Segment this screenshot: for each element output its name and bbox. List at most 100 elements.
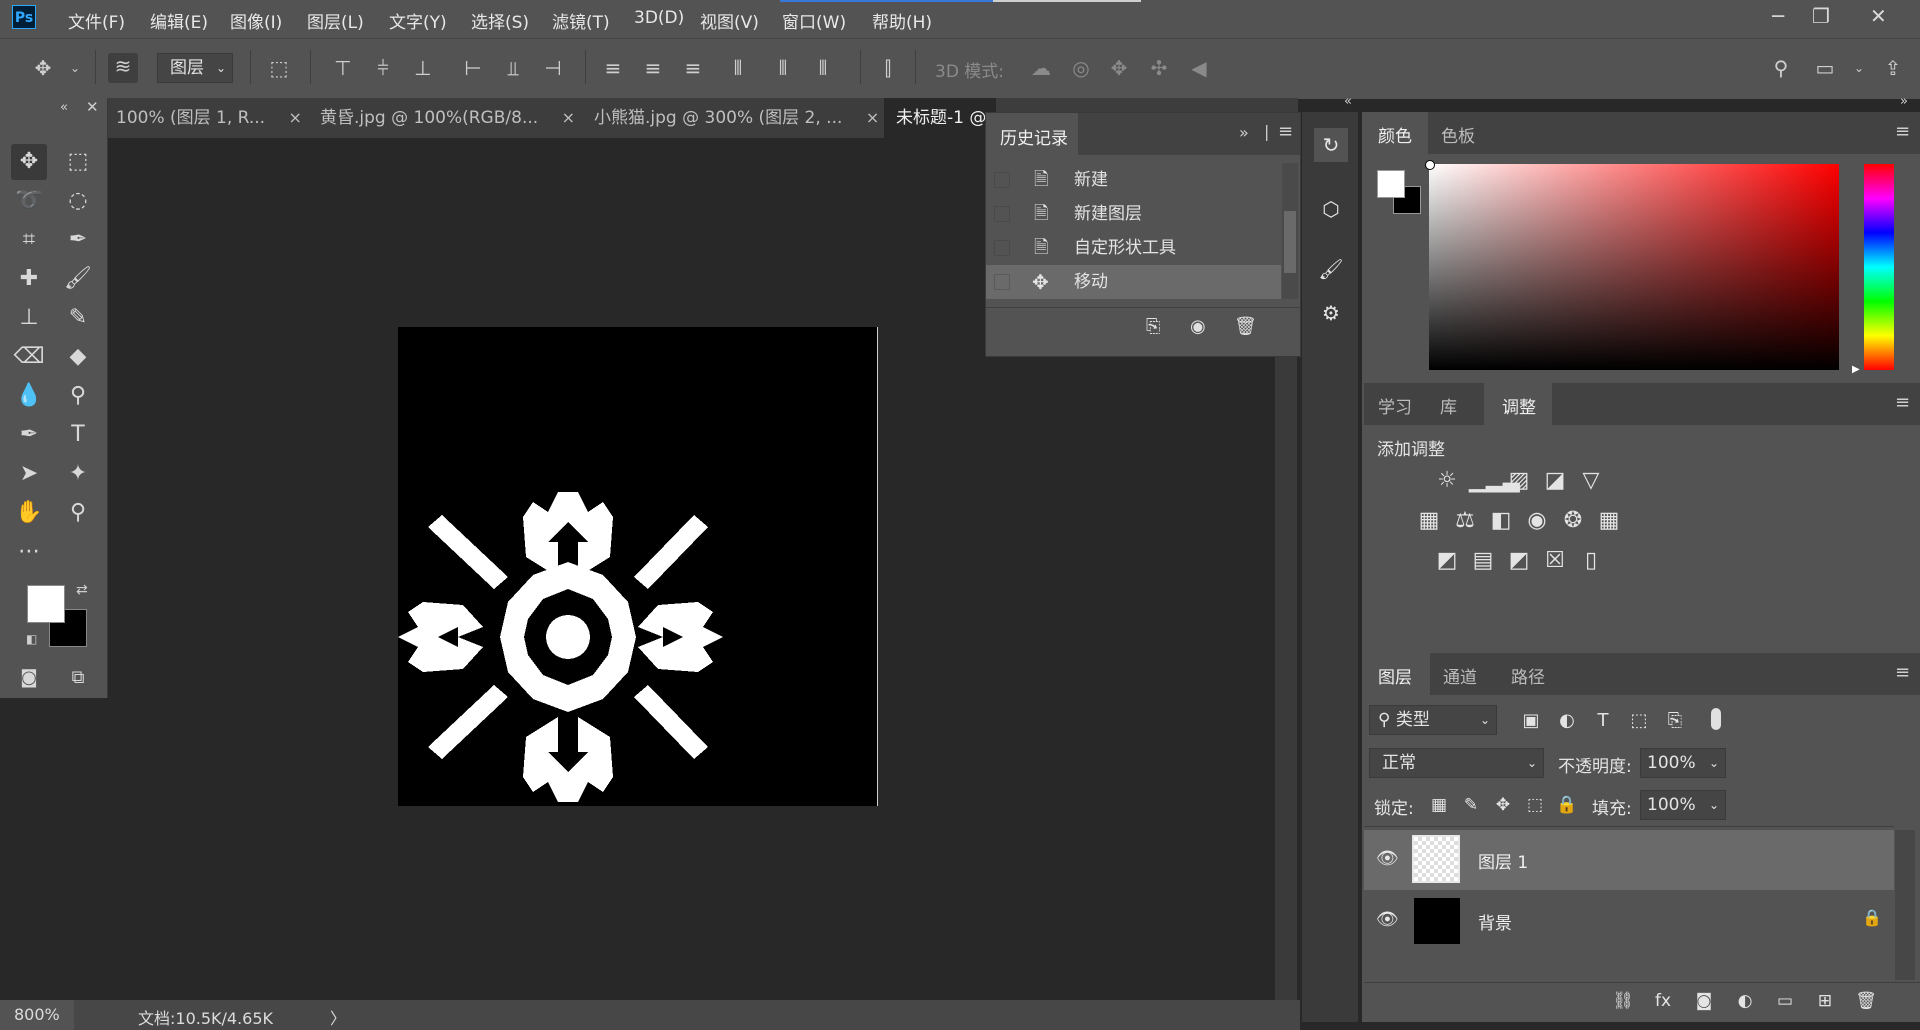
color-balance-icon[interactable]: ⚖ (1451, 507, 1479, 535)
panel-menu-icon[interactable]: ≡ (1895, 121, 1910, 142)
lock-pixels-icon[interactable]: ✎ (1457, 791, 1485, 819)
camera-icon[interactable]: ◉ (1190, 316, 1206, 337)
hue-saturation-icon[interactable]: ▦ (1415, 507, 1443, 535)
new-layer-icon[interactable]: ⊞ (1811, 987, 1839, 1015)
type-tool[interactable]: T (60, 417, 96, 453)
opacity-input[interactable]: 100% ⌄ (1640, 748, 1726, 778)
screen-mode-icon[interactable]: ⧉ (60, 660, 96, 696)
tab-channels[interactable]: 通道 (1443, 663, 1477, 688)
scrollbar-thumb[interactable] (1284, 211, 1296, 273)
distribute-bottom-icon[interactable]: ≡ (680, 55, 706, 81)
distribute-top-icon[interactable]: ≡ (600, 55, 626, 81)
lock-position-icon[interactable]: ✥ (1489, 791, 1517, 819)
add-mask-icon[interactable]: ◙ (1690, 987, 1718, 1015)
eraser-tool[interactable]: ⌫ (11, 339, 47, 375)
align-right-icon[interactable]: ⊣ (540, 55, 566, 81)
menu-edit[interactable]: 编辑(E) (150, 8, 208, 33)
selective-color-icon[interactable]: ☒ (1541, 547, 1569, 575)
panel-menu-icon[interactable]: ≡ (1895, 392, 1910, 413)
transform-controls-icon[interactable]: ⬚ (266, 55, 292, 81)
healing-brush-tool[interactable]: ✚ (11, 261, 47, 297)
history-item-selected[interactable]: ✥ 移动 (986, 265, 1281, 299)
foreground-color-swatch[interactable] (27, 585, 65, 623)
menu-window[interactable]: 窗口(W) (782, 8, 846, 33)
align-top-icon[interactable]: ⊤ (330, 55, 356, 81)
tab-learn[interactable]: 学习 (1378, 393, 1412, 418)
layers-scrollbar[interactable] (1895, 830, 1915, 980)
lasso-tool[interactable]: ➰ (11, 183, 47, 219)
align-vcenter-icon[interactable]: ⫩ (370, 55, 396, 81)
workspace-icon[interactable]: ▭ (1812, 55, 1838, 81)
channel-mixer-icon[interactable]: ❂ (1559, 507, 1587, 535)
align-hcenter-icon[interactable]: ⫫ (500, 55, 526, 81)
visibility-eye-icon[interactable]: 👁 (1376, 909, 1399, 930)
tab-libraries[interactable]: 库 (1440, 393, 1457, 418)
tab-swatches[interactable]: 色板 (1441, 122, 1475, 147)
move-tool[interactable]: ✥ (11, 144, 47, 180)
menu-select[interactable]: 选择(S) (471, 8, 529, 33)
align-bottom-icon[interactable]: ⊥ (410, 55, 436, 81)
quick-mask-icon[interactable]: ◙ (11, 660, 47, 696)
brush-tool[interactable]: 🖌 (60, 261, 96, 297)
3d-orbit-icon[interactable]: ☁ (1028, 55, 1054, 81)
history-item[interactable]: 🗎 自定形状工具 (986, 231, 1281, 265)
history-brush-tool[interactable]: ✎ (60, 300, 96, 336)
minimize-button[interactable]: ─ (1772, 4, 1784, 28)
collapse-panels-icon[interactable]: « (1344, 94, 1352, 109)
exposure-icon[interactable]: ◪ (1541, 467, 1569, 495)
align-left-icon[interactable]: ⊢ (460, 55, 486, 81)
tab-color[interactable]: 颜色 (1378, 122, 1412, 147)
history-panel-icon[interactable]: ↻ (1314, 128, 1348, 162)
menu-filter[interactable]: 滤镜(T) (552, 8, 610, 33)
curves-icon[interactable]: ▨ (1505, 467, 1533, 495)
link-layers-icon[interactable]: ⛓ (1609, 987, 1637, 1015)
tab-document-active[interactable]: 未标题-1 @ (884, 98, 996, 138)
trash-icon[interactable]: 🗑 (1234, 316, 1257, 337)
swap-colors-icon[interactable]: ⇄ (76, 582, 88, 598)
3d-roll-icon[interactable]: ◎ (1068, 55, 1094, 81)
document-canvas[interactable] (398, 327, 877, 806)
new-document-from-state-icon[interactable]: ⎘ (1146, 316, 1160, 337)
auto-align-icon[interactable]: ⫿ (875, 55, 901, 81)
distribute-hcenter-icon[interactable]: ⫴ (770, 55, 796, 81)
blend-mode-dropdown[interactable]: 正常 ⌄ (1369, 748, 1544, 778)
pen-tool[interactable]: ✒ (11, 417, 47, 453)
new-adjustment-layer-icon[interactable]: ◐ (1731, 987, 1759, 1015)
3d-pan-icon[interactable]: ✥ (1106, 55, 1132, 81)
collapse-dock-icon[interactable]: » (1900, 94, 1908, 109)
menu-file[interactable]: 文件(F) (68, 8, 125, 33)
history-item[interactable]: 🗎 新建 (986, 163, 1281, 197)
filter-pixel-icon[interactable]: ▣ (1517, 707, 1545, 735)
properties-icon[interactable]: ⚙ (1314, 296, 1348, 330)
tab-document-1[interactable]: 100% (图层 1, R... × (116, 98, 302, 138)
filter-adjustment-icon[interactable]: ◐ (1553, 707, 1581, 735)
panel-menu-icon[interactable]: ≡ (1278, 121, 1293, 142)
chevron-down-icon[interactable]: ⌄ (62, 55, 88, 81)
3d-camera-icon[interactable]: ◀ (1186, 55, 1212, 81)
close-toolbar-icon[interactable]: ✕ (86, 98, 99, 116)
snapshot-checkbox[interactable] (994, 206, 1010, 222)
snapshot-checkbox[interactable] (994, 240, 1010, 256)
hue-slider[interactable] (1864, 164, 1894, 370)
close-window-button[interactable]: ✕ (1870, 4, 1887, 28)
blur-tool[interactable]: 💧 (11, 378, 47, 414)
gradient-map-icon[interactable]: ▯ (1577, 547, 1605, 575)
vibrance-icon[interactable]: ▽ (1577, 467, 1605, 495)
chevron-down-icon[interactable]: ⌄ (1846, 55, 1872, 81)
document-size-info[interactable]: 文档:10.5K/4.65K (138, 1005, 273, 1029)
search-icon[interactable]: ⚲ (1768, 55, 1794, 81)
new-group-icon[interactable]: ▭ (1771, 987, 1799, 1015)
crop-tool[interactable]: ⌗ (11, 222, 47, 258)
auto-select-icon[interactable]: ≋ (108, 53, 138, 83)
collapse-toolbar-icon[interactable]: « (60, 100, 68, 115)
fill-input[interactable]: 100% ⌄ (1640, 790, 1726, 820)
tab-document-3[interactable]: 小熊猫.jpg @ 300% (图层 2, ... × (594, 98, 879, 138)
menu-type[interactable]: 文字(Y) (389, 8, 447, 33)
menu-image[interactable]: 图像(I) (230, 8, 282, 33)
photo-filter-icon[interactable]: ◉ (1523, 507, 1551, 535)
distribute-left-icon[interactable]: ⫴ (725, 55, 751, 81)
marquee-tool[interactable]: ⬚ (60, 144, 96, 180)
layer-filter-dropdown[interactable]: ⚲ 类型 ⌄ (1369, 705, 1497, 735)
quick-select-tool[interactable]: ◌ (60, 183, 96, 219)
expand-panel-icon[interactable]: » (1239, 123, 1249, 142)
